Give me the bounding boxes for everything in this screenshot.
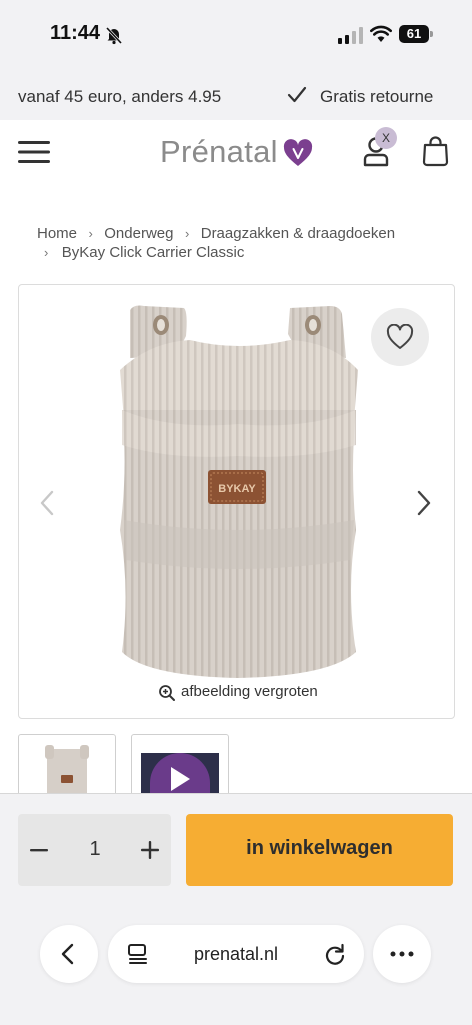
back-icon <box>61 943 74 965</box>
breadcrumb-line-2: › ByKay Click Carrier Classic <box>44 244 244 262</box>
signal-icon <box>338 27 363 44</box>
add-to-cart-label: in winkelwagen <box>246 837 393 859</box>
mute-bell-icon <box>105 26 123 45</box>
breadcrumb-current: ByKay Click Carrier Classic <box>61 244 245 261</box>
breadcrumb-separator: › <box>44 245 49 260</box>
breadcrumb-separator: › <box>184 226 190 241</box>
reload-icon[interactable] <box>324 943 346 965</box>
status-time: 11:44 <box>50 22 101 44</box>
zoom-icon <box>159 685 175 701</box>
breadcrumb-home[interactable]: Home <box>37 225 77 242</box>
breadcrumb: Home › Onderweg › Draagzakken & draagdoe… <box>37 225 395 243</box>
quantity-value[interactable]: 1 <box>88 838 102 861</box>
returns-info: Gratis retourne <box>320 87 434 106</box>
url-text: prenatal.nl <box>194 944 279 964</box>
breadcrumb-category[interactable]: Draagzakken & draagdoeken <box>201 225 395 242</box>
chevron-left-icon[interactable] <box>38 490 56 516</box>
minus-icon[interactable] <box>29 842 49 858</box>
chevron-right-icon[interactable] <box>415 490 433 516</box>
battery-level: 61 <box>406 26 422 41</box>
brand-tag-label: BYKAY <box>218 483 256 495</box>
logo-heart-icon <box>283 139 313 166</box>
more-icon <box>390 951 414 957</box>
shipping-info: vanaf 45 euro, anders 4.95 <box>18 87 222 106</box>
tabs-icon[interactable] <box>127 943 149 965</box>
plus-icon[interactable] <box>140 840 160 860</box>
breadcrumb-onderweg[interactable]: Onderweg <box>104 225 173 242</box>
play-icon <box>171 767 190 791</box>
account-badge: X <box>375 127 397 149</box>
battery-tip <box>430 31 433 37</box>
checkmark-icon <box>287 86 307 103</box>
logo[interactable]: Prénatal <box>160 134 278 170</box>
hamburger-menu-icon[interactable] <box>18 140 50 164</box>
shopping-bag-icon[interactable] <box>422 135 449 167</box>
heart-icon <box>386 324 414 349</box>
product-image: BYKAY <box>120 305 358 678</box>
breadcrumb-separator: › <box>88 226 93 241</box>
zoom-label: afbeelding vergroten <box>181 683 318 700</box>
wifi-icon <box>370 25 392 42</box>
